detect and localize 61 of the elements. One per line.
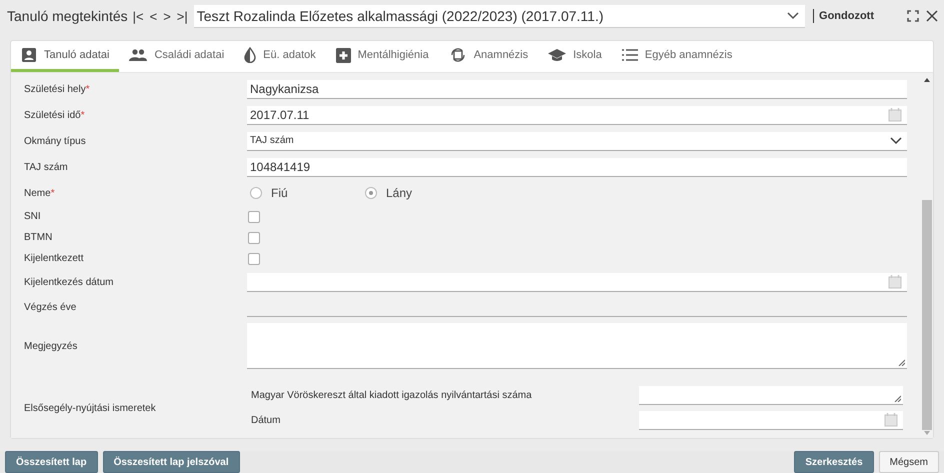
checkbox[interactable] <box>248 252 260 264</box>
chevron-down-icon <box>890 136 902 144</box>
nav-button[interactable]: >| <box>174 8 190 24</box>
summary-button[interactable]: Összesített lap <box>5 451 98 473</box>
checkbox[interactable] <box>248 232 260 244</box>
record-select[interactable]: Teszt Rozalinda Előzetes alkalmassági (2022/2023) (2017.07.11.) <box>194 4 806 28</box>
tab[interactable]: Családi adatai <box>119 41 234 72</box>
field-label: TAJ szám <box>24 162 69 172</box>
calendar-icon <box>884 413 898 427</box>
cancel-button[interactable]: Mégsem <box>878 451 939 473</box>
textarea-field[interactable] <box>639 386 903 405</box>
field-label: Születési idő* <box>24 110 86 120</box>
edit-button[interactable]: Szerkesztés <box>794 451 874 473</box>
resize-grip-icon <box>898 359 905 366</box>
text-field[interactable]: Nagykanizsa <box>247 80 907 98</box>
fullscreen-icon[interactable] <box>907 10 919 22</box>
nav-button[interactable]: < <box>148 8 160 24</box>
select-field[interactable]: TAJ szám <box>247 132 907 150</box>
chevron-down-icon <box>787 12 800 20</box>
field-label: Elsősegély-nyújtási ismeretek <box>24 402 157 414</box>
date-field[interactable]: 2017.07.11 <box>247 106 907 124</box>
field-label: BTMN <box>24 232 54 243</box>
person-icon <box>21 47 37 63</box>
checkbox[interactable] <box>248 210 260 222</box>
close-icon[interactable] <box>926 10 938 22</box>
text-field[interactable]: 104841419 <box>247 158 907 176</box>
status-label: Gondozott <box>819 10 874 22</box>
field-label: Magyar Vöröskereszt által kiadott igazolás nyilvántartási száma <box>250 390 533 401</box>
list-icon <box>622 49 638 61</box>
resize-grip-icon <box>894 395 901 402</box>
nav-button[interactable]: > <box>161 8 173 24</box>
people-icon <box>129 49 148 61</box>
field-label: Dátum <box>250 415 282 426</box>
date-field[interactable] <box>639 411 903 430</box>
field-label: Megjegyzés <box>24 340 78 352</box>
contrast-icon <box>244 47 256 63</box>
tab[interactable]: Eü. adatok <box>234 41 326 72</box>
radio-option[interactable]: Fiú <box>247 186 362 200</box>
field-label: Születési hely* <box>24 84 91 94</box>
graduation-cap-icon <box>548 48 566 62</box>
tab[interactable]: Egyéb anamnézis <box>612 41 742 72</box>
nav-button[interactable]: |< <box>130 8 146 24</box>
radio-option[interactable]: Lány <box>362 186 477 200</box>
field-label: Neme* <box>24 188 56 198</box>
calendar-icon <box>888 274 902 288</box>
field-label: SNI <box>24 211 42 222</box>
medical-cross-icon <box>336 48 351 62</box>
field-label: Végzés éve <box>24 302 78 312</box>
field-label: Okmány típus <box>24 136 87 146</box>
summary-button[interactable]: Összesített lap jelszóval <box>102 451 240 473</box>
tab[interactable]: Mentálhigiénia <box>326 41 439 72</box>
page-title: Tanuló megtekintés <box>7 8 128 24</box>
rotate-icon <box>448 46 467 64</box>
scroll-up-icon[interactable] <box>922 77 930 83</box>
tab[interactable]: Iskola <box>538 41 612 72</box>
textarea-field[interactable] <box>247 323 907 369</box>
field-label: Kijelentkezés dátum <box>24 276 114 288</box>
date-field[interactable] <box>247 272 907 292</box>
tab[interactable]: Anamnézis <box>438 41 538 72</box>
calendar-icon <box>888 108 902 122</box>
field-label: Kijelentkezett <box>24 253 84 264</box>
